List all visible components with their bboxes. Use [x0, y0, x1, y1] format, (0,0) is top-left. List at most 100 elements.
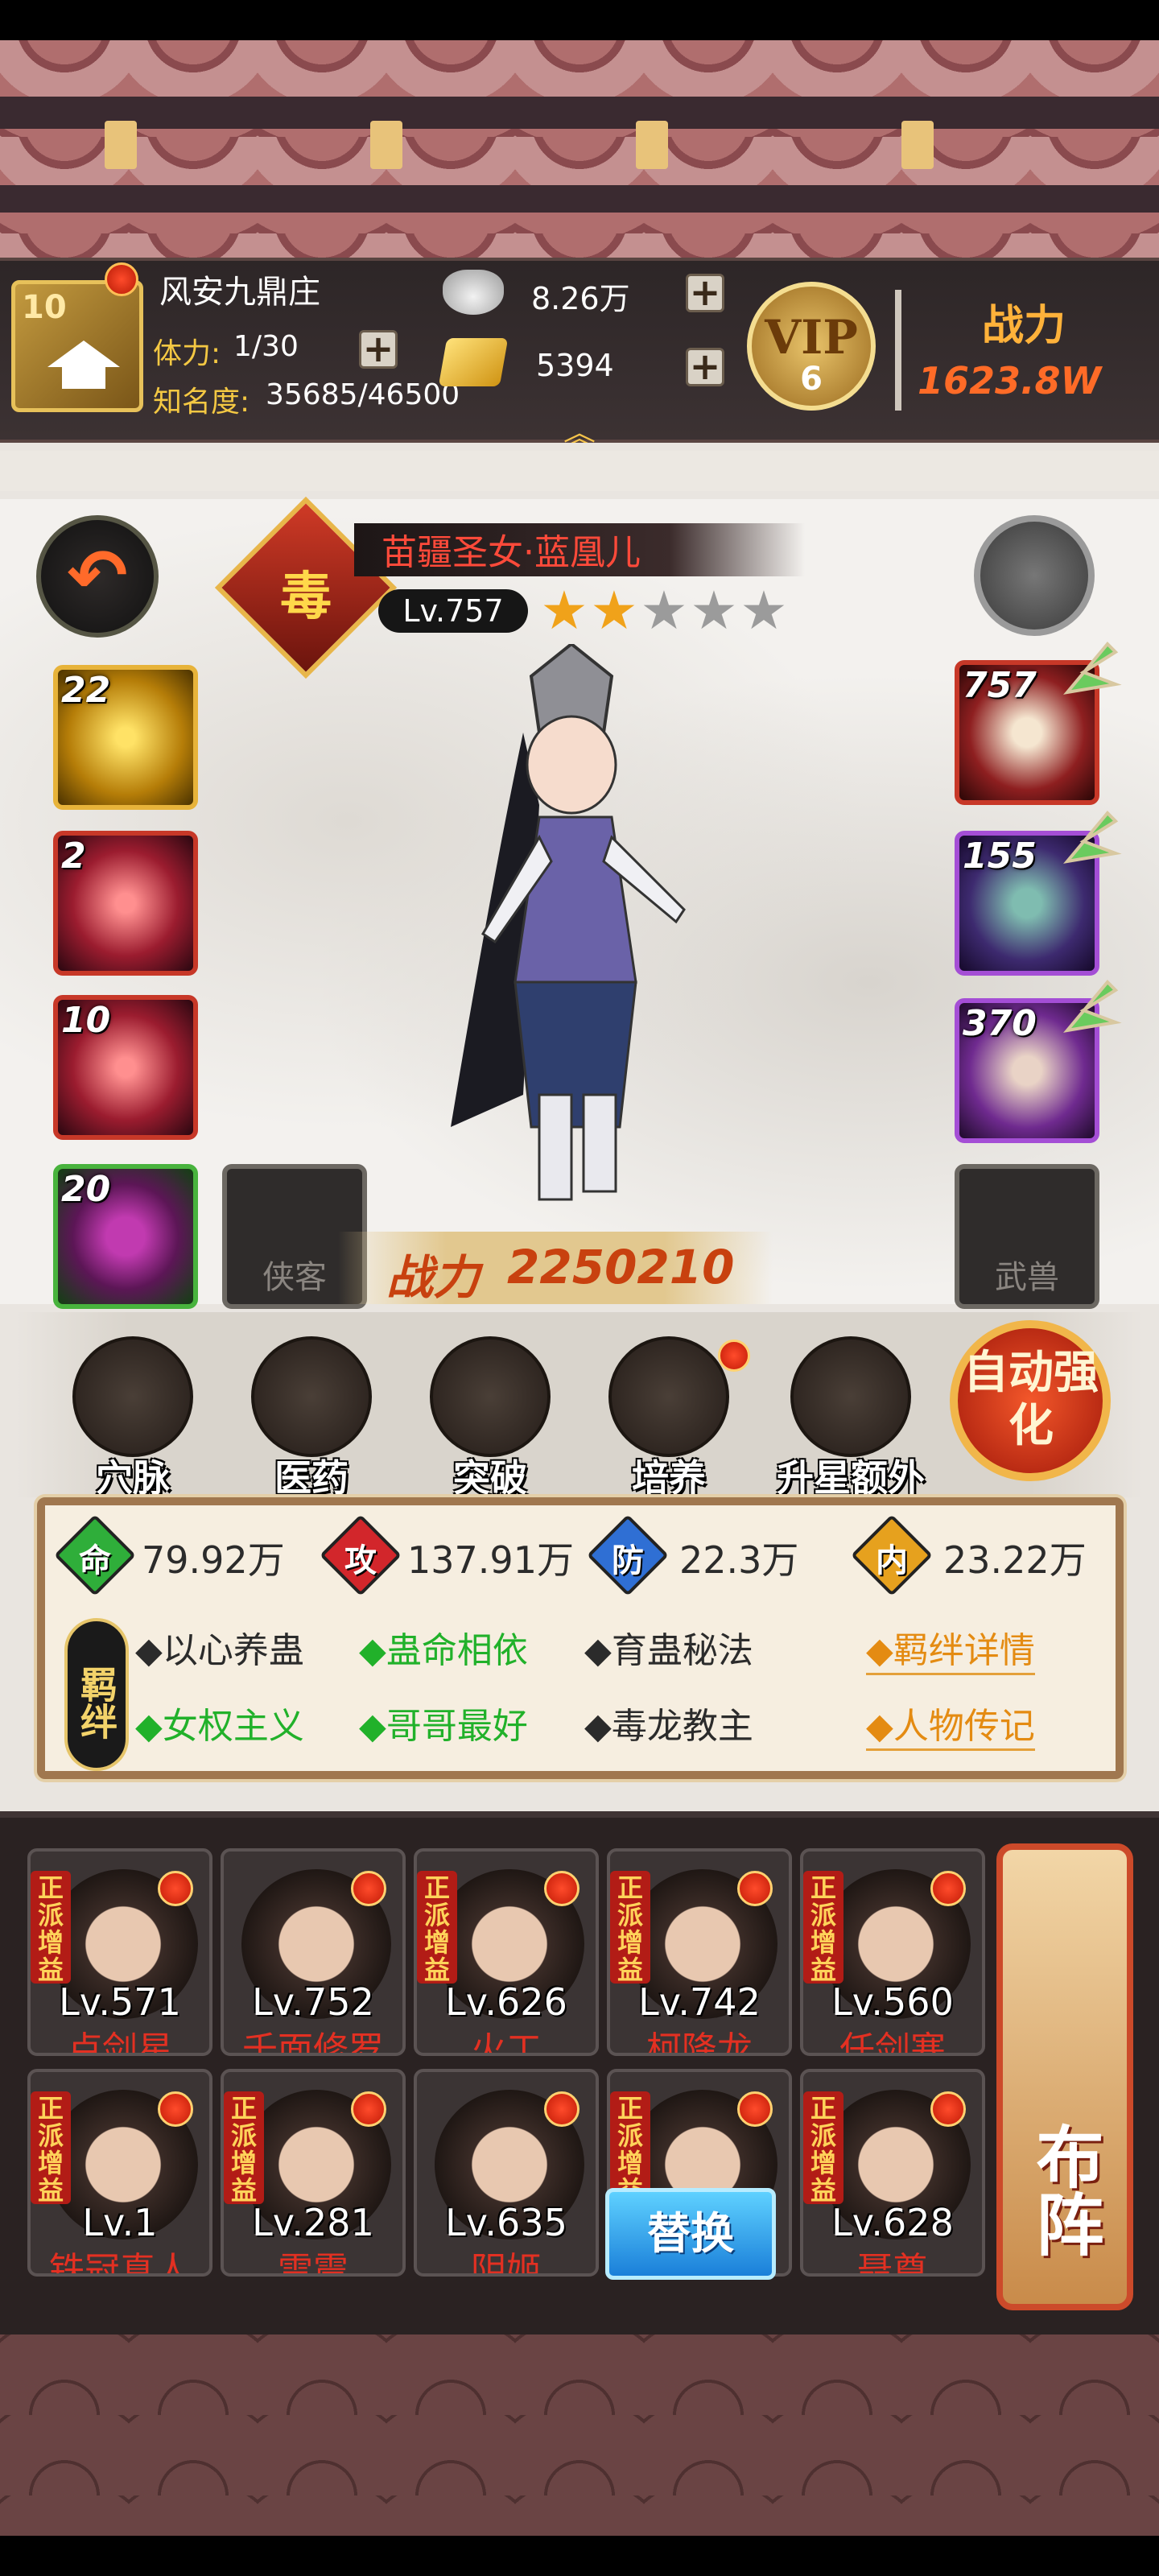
bond-details-link[interactable]: ◆羁绊详情	[866, 1621, 1035, 1675]
team-slot[interactable]: 正派增益 Lv.560 任剑寒	[800, 1848, 985, 2056]
team-slot[interactable]: Lv.635 阴姬	[414, 2069, 599, 2277]
internal-icon-text: 内	[876, 1542, 908, 1579]
hero-name: 雷震	[278, 2250, 349, 2277]
star-icon-filled: ★	[590, 580, 638, 642]
back-button[interactable]: ↶	[36, 515, 159, 638]
hero-figure	[451, 644, 686, 1201]
auto-enhance-label: 自动强化	[963, 1346, 1099, 1452]
action-label: 穴脉	[96, 1456, 170, 1500]
defense-value: 22.3万	[679, 1538, 799, 1582]
team-slot[interactable]: 正派增益 Lv.571 卢剑星	[27, 1848, 212, 2056]
equip-level: 370	[963, 1003, 1037, 1044]
silver-amount: 8.26万	[531, 281, 630, 316]
biography-link[interactable]: ◆人物传记	[866, 1697, 1035, 1751]
notification-dot	[544, 2091, 580, 2127]
beast-slot[interactable]: 武兽	[955, 1164, 1099, 1309]
team-slot[interactable]: 正派增益 Lv.628 聂尊	[800, 2069, 985, 2277]
formation-label: 布阵	[1025, 2122, 1105, 2257]
medicine-button[interactable]: 医药	[243, 1336, 380, 1500]
purple-orb-icon[interactable]: 20	[53, 1164, 198, 1309]
action-label: 突破	[453, 1456, 527, 1500]
notification-dot	[718, 1340, 750, 1372]
system-nav-bar	[0, 2536, 1159, 2576]
add-gold-button[interactable]: +	[686, 348, 724, 386]
hero-name: 苗疆圣女·蓝凰儿	[382, 532, 641, 573]
bond-item: ◆女权主义	[135, 1706, 304, 1747]
meridian-icon	[72, 1336, 193, 1457]
hero-name: 阴姬	[471, 2250, 542, 2277]
divider	[895, 290, 901, 411]
gold-amount: 5394	[536, 348, 614, 383]
bond-item: ◆蛊命相依	[359, 1630, 528, 1671]
hero-portrait-button[interactable]	[974, 515, 1095, 636]
fame-label: 知名度:	[153, 386, 250, 419]
star-icon-empty: ★	[690, 580, 738, 642]
breakthrough-button[interactable]: 突破	[422, 1336, 559, 1500]
battle-power-label: 战力	[386, 1250, 481, 1305]
faction-tag: 正派增益	[610, 2091, 650, 2204]
notification-dot	[930, 2091, 966, 2127]
whirlwind-skill-icon[interactable]: 22	[53, 665, 198, 810]
roof-decoration	[0, 40, 1159, 258]
action-label: 培养	[632, 1456, 706, 1500]
hero-level: Lv.635	[445, 2201, 567, 2244]
faction-tag: 正派增益	[417, 1871, 457, 1984]
skill-level: 22	[61, 670, 111, 711]
team-slot[interactable]: 正派增益 Lv.626 火工	[414, 1848, 599, 2056]
defense-icon-text: 防	[612, 1542, 644, 1579]
faction-badge-text: 毒	[280, 568, 332, 627]
poison-skill-icon[interactable]: 10	[53, 995, 198, 1140]
hero-level: Lv.757	[402, 593, 504, 629]
replace-button[interactable]: 替换	[605, 2188, 776, 2280]
silver-ingot-icon	[443, 270, 504, 315]
team-slot[interactable]: 正派增益 Lv.281 雷震	[221, 2069, 406, 2277]
team-slot[interactable]: 正派增益 Lv.1 铁冠真人	[27, 2069, 212, 2277]
hero-level: Lv.752	[252, 1980, 374, 2024]
notification-dot	[105, 262, 138, 296]
city-icon[interactable]: 10	[11, 280, 143, 412]
star-icon-filled: ★	[540, 580, 588, 642]
city-level: 10	[22, 289, 67, 326]
stamina-label: 体力:	[153, 337, 221, 370]
attack-value: 137.91万	[407, 1538, 574, 1582]
meridian-button[interactable]: 穴脉	[64, 1336, 201, 1500]
notification-dot	[351, 2091, 386, 2127]
attack-icon-text: 攻	[344, 1542, 377, 1579]
vip-level: 6	[800, 361, 823, 398]
hp-icon-text: 命	[79, 1542, 111, 1579]
gold-ingot-icon	[438, 338, 509, 386]
action-label: 升星额外	[777, 1456, 925, 1500]
star-gift-icon	[790, 1336, 911, 1457]
notification-dot	[158, 2091, 193, 2127]
hero-name: 聂尊	[857, 2250, 928, 2277]
add-silver-button[interactable]: +	[686, 274, 724, 312]
notification-dot	[158, 1871, 193, 1906]
skill-level: 2	[61, 836, 86, 877]
total-power-label: 战力	[982, 301, 1066, 350]
city-name: 风安九鼎庄	[159, 274, 320, 311]
team-slot[interactable]: 正派增益 Lv.742 柯降龙	[607, 1848, 792, 2056]
add-stamina-button[interactable]: +	[359, 330, 398, 369]
notification-dot	[737, 2091, 773, 2127]
upgrade-flag-icon	[1063, 980, 1122, 1033]
faction-tag: 正派增益	[803, 2091, 843, 2204]
fame-value: 35685/46500	[266, 378, 460, 411]
hero-level: Lv.742	[638, 1980, 761, 2024]
battle-power-value: 2250210	[507, 1240, 735, 1294]
bond-item: ◆哥哥最好	[359, 1706, 528, 1747]
hero-level: Lv.560	[831, 1980, 954, 2024]
vip-label: VIP	[765, 310, 858, 365]
faction-tag: 正派增益	[31, 2091, 71, 2204]
total-power-value: 1623.8W	[918, 359, 1102, 402]
team-slot[interactable]: Lv.752 千面修罗	[221, 1848, 406, 2056]
pavilion-icon	[47, 341, 120, 389]
beast-slot-label: 武兽	[995, 1259, 1059, 1296]
hero-name: 火工	[471, 2029, 542, 2056]
star-extra-button[interactable]: 升星额外	[777, 1336, 925, 1500]
hero-level: Lv.281	[252, 2201, 374, 2244]
cultivate-button[interactable]: 培养	[600, 1336, 737, 1500]
hero-level: Lv.628	[831, 2201, 954, 2244]
star-icon-empty: ★	[640, 580, 688, 642]
hp-value: 79.92万	[142, 1538, 285, 1582]
skull-skill-icon[interactable]: 2	[53, 831, 198, 976]
